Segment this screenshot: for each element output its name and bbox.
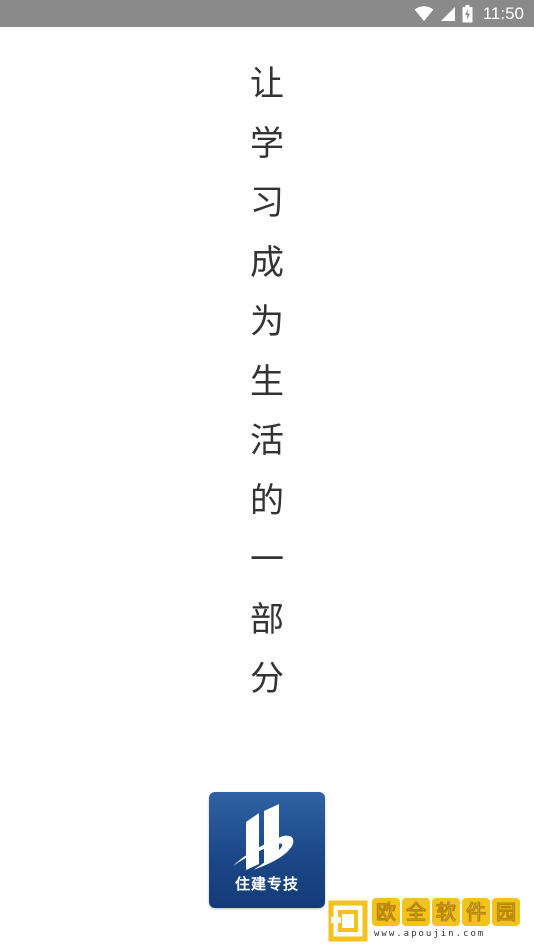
slogan-char: 一 — [250, 540, 284, 580]
watermark-char: 欧 — [372, 898, 400, 926]
slogan-char: 成 — [250, 242, 284, 283]
watermark-url: www.apoujin.com — [374, 929, 486, 939]
slogan-char: 生 — [250, 361, 284, 402]
slogan-char: 的 — [250, 480, 284, 521]
splash-screen: 11:50 让 学 习 成 为 生 活 的 一 部 分 住建专技 欧 全 软 件… — [0, 0, 534, 950]
slogan-char: 分 — [250, 659, 284, 699]
watermark-name: 欧 全 软 件 园 — [372, 898, 520, 926]
slogan-char: 为 — [250, 302, 284, 342]
slogan: 让 学 习 成 为 生 活 的 一 部 分 — [243, 60, 291, 715]
watermark-char: 园 — [492, 898, 520, 926]
slogan-char: 部 — [250, 599, 284, 640]
app-logo-label: 住建专技 — [234, 875, 299, 893]
cell-signal-icon — [440, 6, 456, 22]
battery-charging-icon — [462, 4, 473, 23]
slogan-char: 活 — [250, 421, 284, 461]
app-logo: 住建专技 — [209, 792, 325, 908]
watermark-logo-icon — [328, 900, 368, 942]
status-bar: 11:50 — [0, 0, 534, 27]
slogan-char: 学 — [250, 123, 284, 164]
watermark-char: 全 — [402, 898, 430, 926]
watermark: 欧 全 软 件 园 www.apoujin.com — [328, 898, 528, 946]
status-time: 11:50 — [482, 4, 524, 23]
slogan-char: 习 — [250, 183, 284, 223]
slogan-char: 让 — [250, 64, 284, 104]
wifi-icon — [414, 5, 434, 22]
watermark-char: 软 — [432, 898, 460, 926]
watermark-char: 件 — [462, 898, 490, 926]
status-icons: 11:50 — [414, 0, 524, 27]
